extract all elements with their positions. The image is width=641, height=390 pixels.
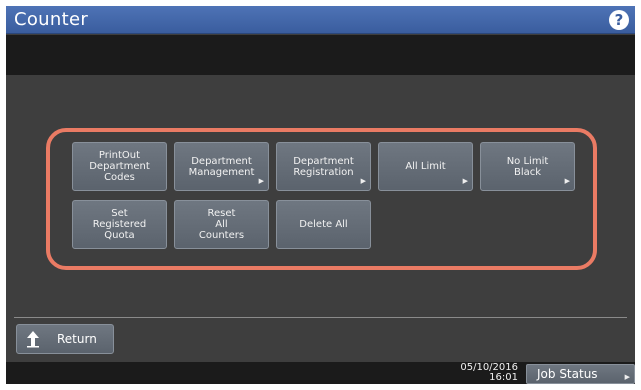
button-label: Set Registered Quota (92, 208, 147, 241)
time-text: 16:01 (489, 372, 518, 383)
button-label: Reset All Counters (198, 208, 245, 241)
submenu-arrow-icon: ▶ (564, 177, 570, 185)
main-panel (6, 76, 635, 320)
submenu-arrow-icon: ▶ (624, 373, 630, 381)
return-button[interactable]: Return (16, 324, 114, 354)
button-label: No Limit Black (506, 155, 549, 178)
datetime: 05/10/2016 16:01 (454, 363, 518, 383)
button-label: PrintOut Department Codes (89, 150, 150, 183)
page-title: Counter (14, 9, 89, 30)
submenu-arrow-icon: ▶ (462, 177, 468, 185)
return-label: Return (57, 332, 97, 346)
set-registered-quota-button[interactable]: Set Registered Quota (72, 200, 167, 249)
submenu-arrow-icon: ▶ (360, 177, 366, 185)
message-bar (6, 35, 635, 75)
no-limit-black-button[interactable]: No Limit Black ▶ (480, 142, 575, 191)
job-status-label: Job Status (537, 367, 598, 381)
counter-screen: Counter ? PrintOut Department Codes Depa… (6, 6, 635, 384)
delete-all-button[interactable]: Delete All (276, 200, 371, 249)
divider (14, 317, 627, 318)
button-label: Department Registration (293, 155, 354, 178)
all-limit-button[interactable]: All Limit ▶ (378, 142, 473, 191)
help-icon[interactable]: ? (609, 10, 629, 30)
job-status-button[interactable]: Job Status ▶ (526, 364, 635, 384)
reset-all-counters-button[interactable]: Reset All Counters (174, 200, 269, 249)
title-bar: Counter ? (6, 6, 635, 34)
status-footer: 05/10/2016 16:01 Job Status ▶ (6, 362, 635, 384)
return-arrow-icon (27, 331, 39, 348)
department-management-button[interactable]: Department Management ▶ (174, 142, 269, 191)
button-label: Department Management (188, 155, 255, 178)
submenu-arrow-icon: ▶ (258, 177, 264, 185)
department-registration-button[interactable]: Department Registration ▶ (276, 142, 371, 191)
button-label: Delete All (299, 219, 348, 230)
printout-department-codes-button[interactable]: PrintOut Department Codes (72, 142, 167, 191)
button-label: All Limit (405, 161, 446, 172)
